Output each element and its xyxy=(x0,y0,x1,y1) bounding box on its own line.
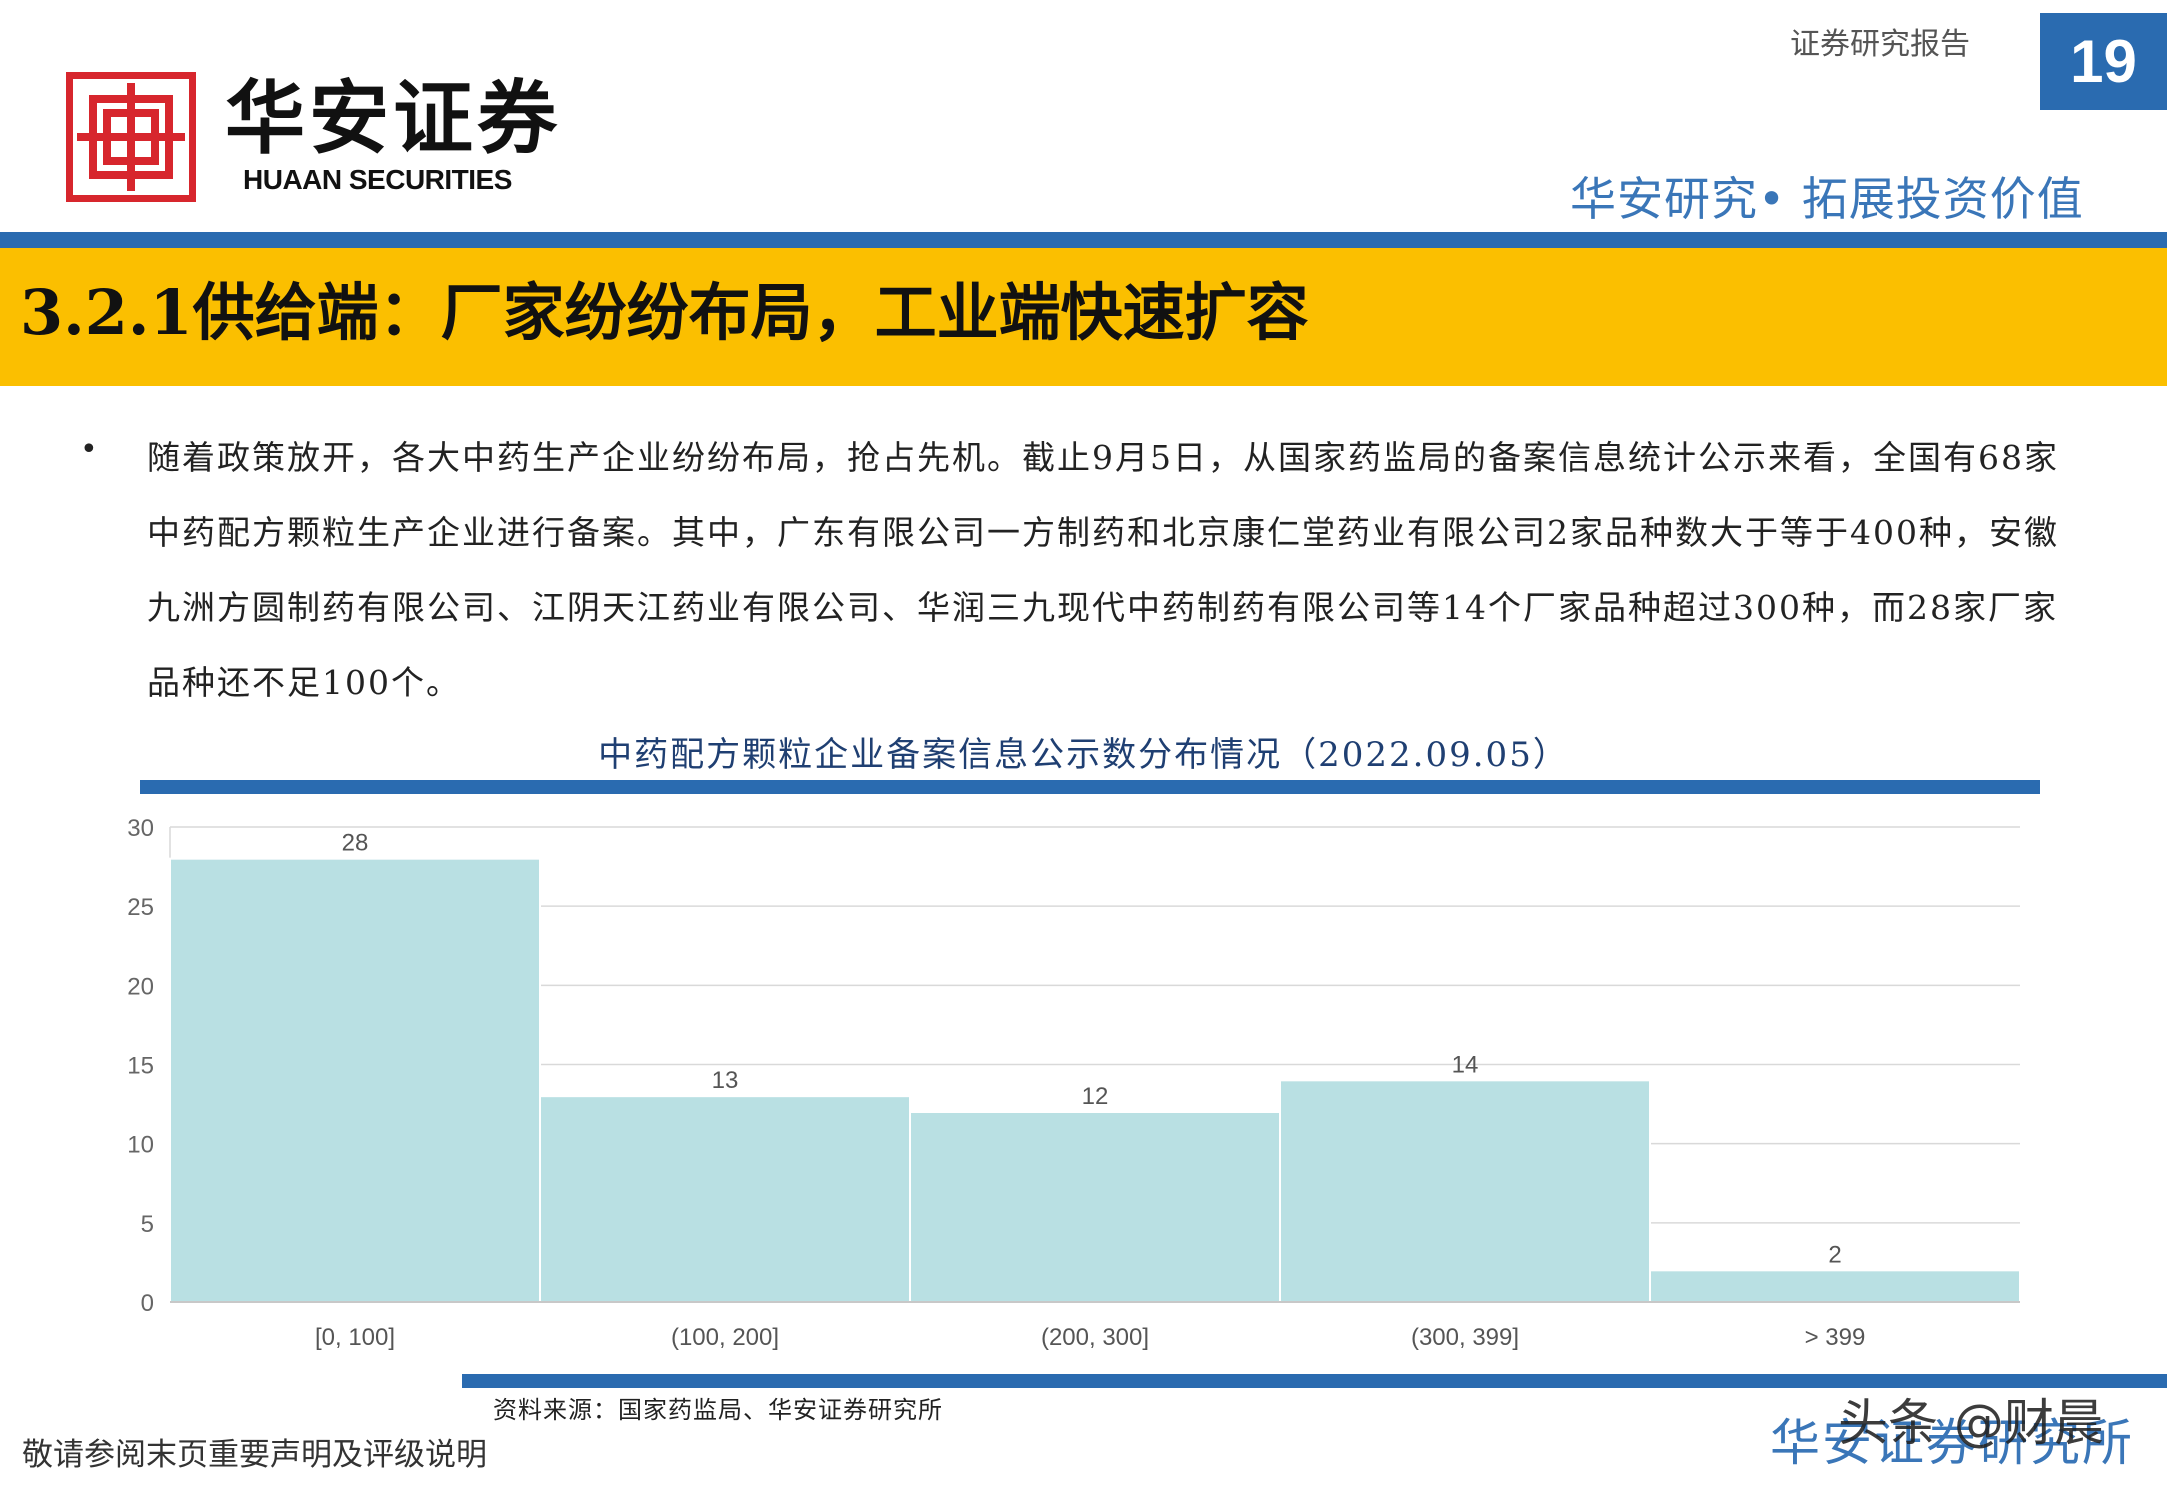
bar xyxy=(1649,1269,2021,1304)
chart-top-rule xyxy=(140,780,2040,794)
brand-logo-mark xyxy=(66,72,196,202)
watermark-text: 头条 @财晨 xyxy=(1838,1394,2104,1452)
data-label: 12 xyxy=(1082,1083,1109,1110)
y-tick-label: 0 xyxy=(141,1290,154,1317)
section-title: 3.2.1供给端：厂家纷纷布局，工业端快速扩容 xyxy=(20,276,1309,349)
chart-source: 资料来源：国家药监局、华安证券研究所 xyxy=(493,1396,943,1424)
brand-name-en: HUAAN SECURITIES xyxy=(243,164,512,195)
brand-name-cn: 华安证券 xyxy=(225,71,561,165)
body-paragraph: 随着政策放开，各大中药生产企业纷纷布局，抢占先机。截止9月5日，从国家药监局的备… xyxy=(147,438,2059,702)
data-label: 2 xyxy=(1828,1241,1841,1268)
header-slogan: 华安研究• 拓展投资价值 xyxy=(1570,172,2084,226)
y-tick-label: 25 xyxy=(127,894,154,921)
page-number: 19 xyxy=(2040,13,2167,110)
data-label: 14 xyxy=(1452,1051,1479,1078)
bullet-marker: • xyxy=(80,432,98,467)
logo-emblem-icon xyxy=(77,83,185,191)
x-tick-label: (100, 200] xyxy=(671,1324,779,1351)
x-tick-label: > 399 xyxy=(1805,1324,1866,1351)
bar xyxy=(1279,1079,1651,1304)
chart-title: 中药配方颗粒企业备案信息公示数分布情况（2022.09.05） xyxy=(598,735,1569,775)
x-tick-label: (300, 399] xyxy=(1411,1324,1519,1351)
header-divider xyxy=(0,232,2167,248)
bar xyxy=(539,1095,911,1303)
x-tick-label: [0, 100] xyxy=(315,1324,395,1351)
data-label: 13 xyxy=(712,1067,739,1094)
x-tick-label: (200, 300] xyxy=(1041,1324,1149,1351)
bar xyxy=(909,1111,1281,1303)
report-type-label: 证券研究报告 xyxy=(1790,27,1970,62)
data-label: 28 xyxy=(342,830,369,857)
y-tick-label: 10 xyxy=(127,1132,154,1159)
y-tick-label: 15 xyxy=(127,1053,154,1080)
bar-chart: 0 5 10 15 20 25 30 28 [0, 100] 13 (100, 200] 12 (200… xyxy=(127,815,2021,1351)
y-tick-label: 20 xyxy=(127,973,154,1000)
y-tick-label: 5 xyxy=(141,1211,154,1238)
y-tick-label: 30 xyxy=(127,815,154,842)
chart-bottom-rule xyxy=(462,1374,2167,1388)
footer-disclaimer: 敬请参阅末页重要声明及评级说明 xyxy=(22,1437,487,1473)
bar xyxy=(169,857,541,1304)
